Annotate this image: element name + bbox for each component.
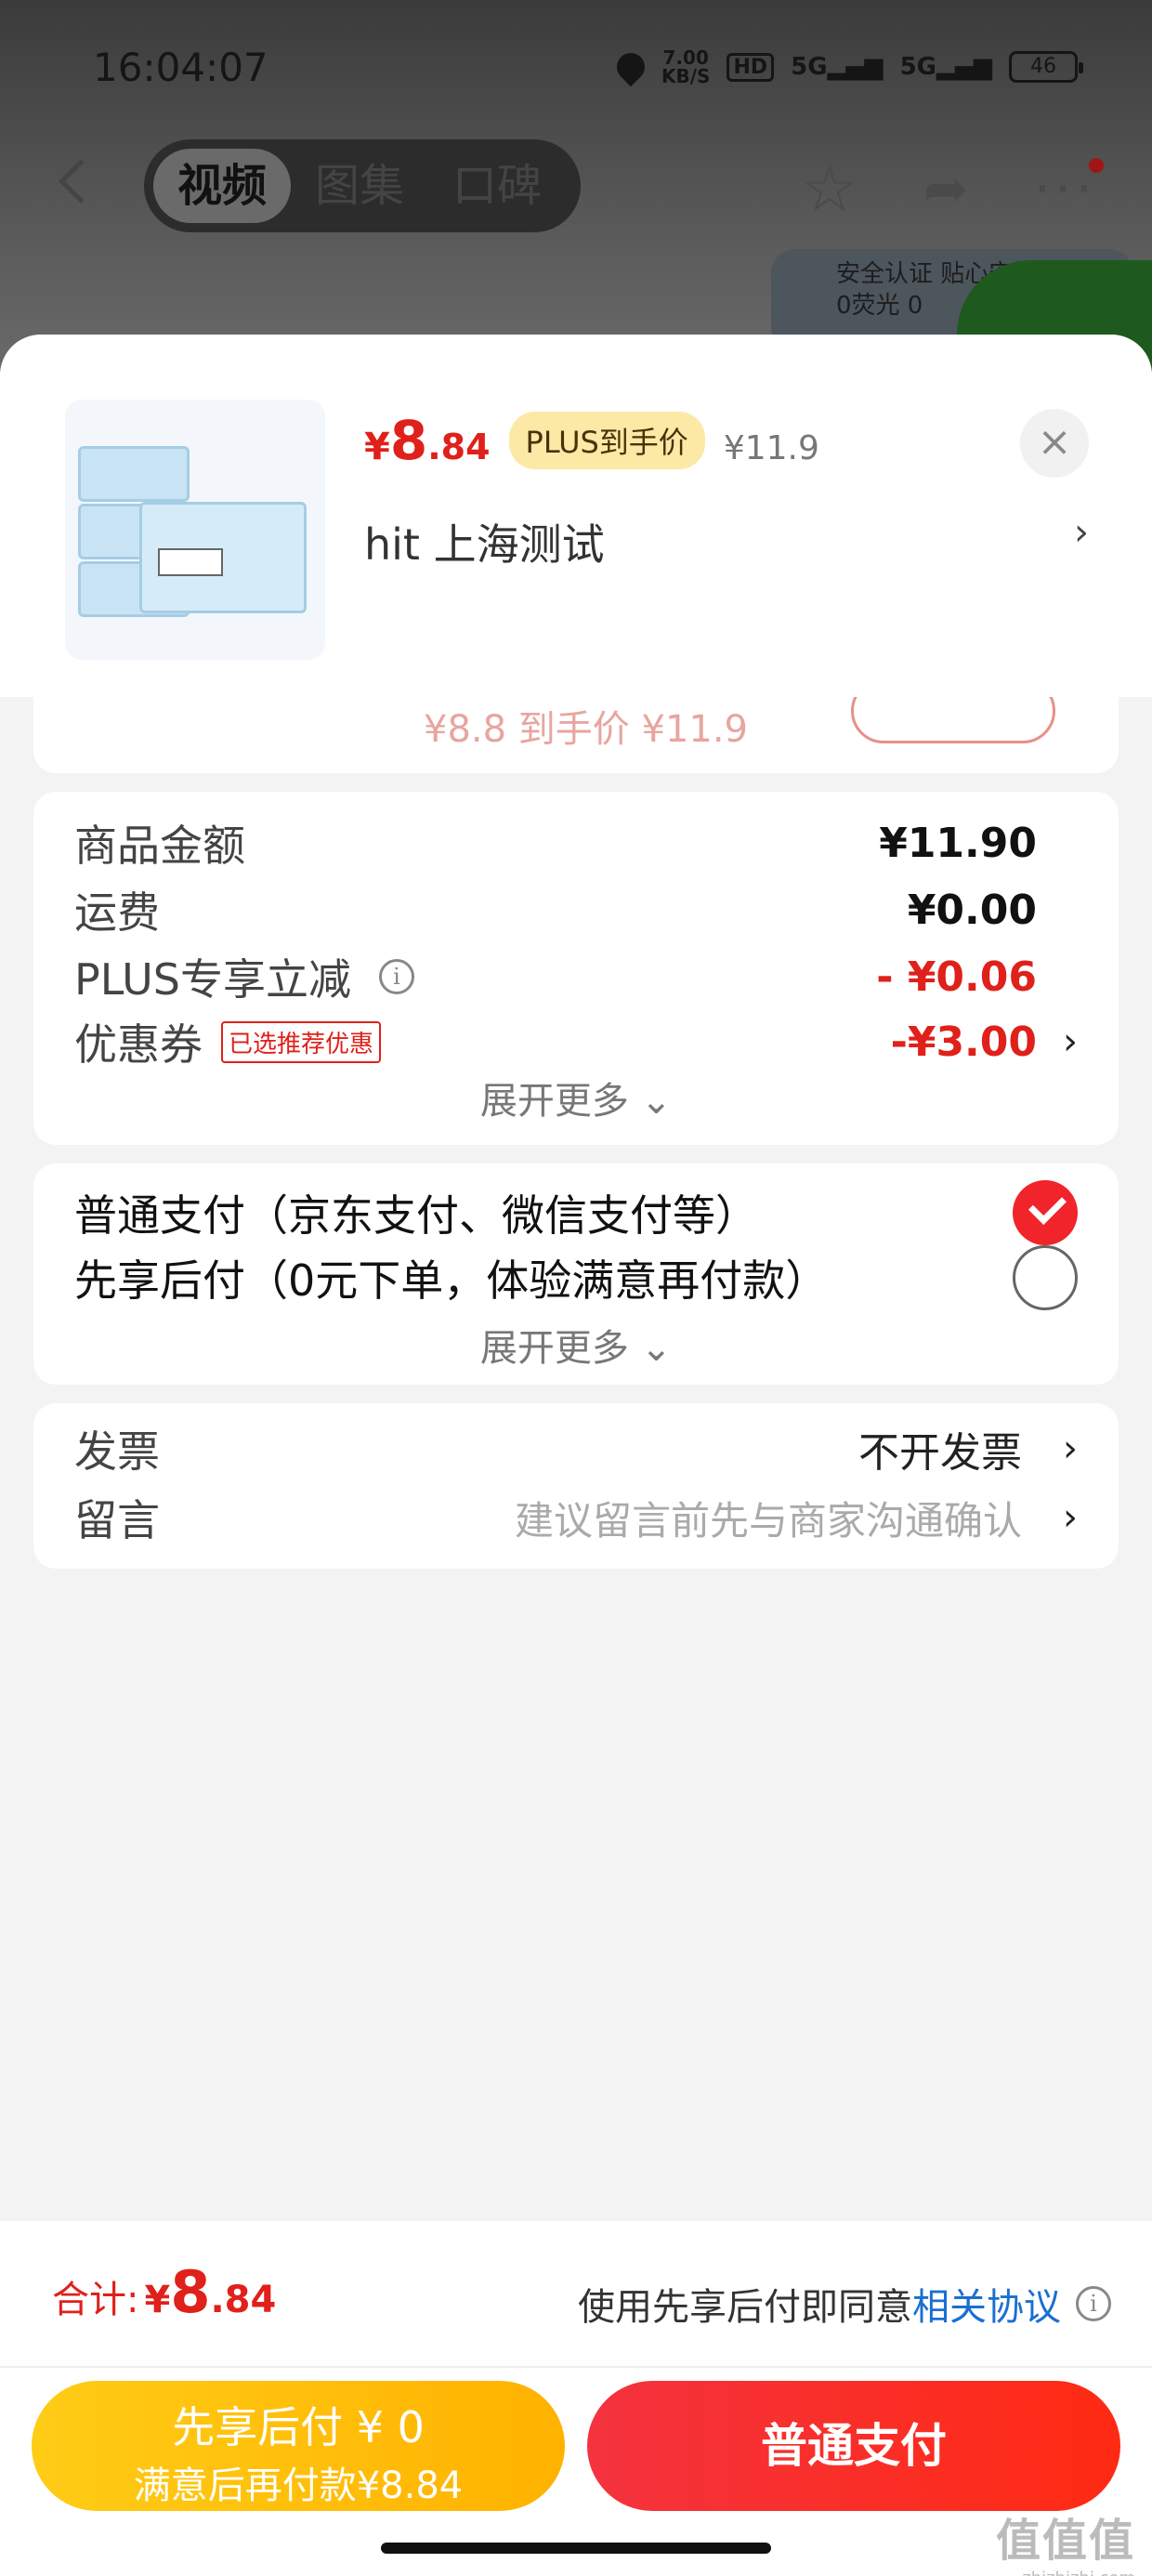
home-indicator[interactable] (381, 2543, 771, 2554)
product-image (65, 400, 325, 660)
payment-option-normal[interactable]: 普通支付（京东支付、微信支付等） (74, 1180, 1078, 1245)
amount-row-shipping: 运费 ¥0.00 (74, 886, 1037, 939)
location-icon (610, 46, 651, 87)
watermark: 值值值 zhizhizhi.com (995, 2515, 1135, 2576)
checkout-footer: 合计: ¥ 8 .84 使用先享后付即同意 相关协议 i 先享后付 ¥ 0 满意… (0, 2221, 1152, 2576)
chevron-right-icon: › (1063, 1496, 1078, 1539)
amount-row-coupon[interactable]: 优惠券 已选推荐优惠 -¥3.00 › (74, 1009, 1078, 1074)
tab-reviews[interactable]: 口碑 (428, 149, 566, 223)
amount-row-goods: 商品金额 ¥11.90 (74, 819, 1037, 872)
pay-now-button[interactable]: 普通支付 (587, 2381, 1120, 2511)
tab-video[interactable]: 视频 (153, 149, 292, 223)
close-icon[interactable]: × (1020, 409, 1089, 478)
pay-later-button[interactable]: 先享后付 ¥ 0 满意后再付款¥8.84 (32, 2381, 565, 2511)
spec-selector[interactable]: hit 上海测试 › (364, 511, 1089, 572)
divider (0, 2366, 1152, 2368)
peek-price-text: ¥8.8 到手价 ¥11.9 (424, 708, 749, 751)
more-icon[interactable]: ··· (1034, 156, 1104, 221)
plus-price-tag: PLUS到手价 (508, 412, 705, 469)
tab-gallery[interactable]: 图集 (291, 149, 428, 223)
net-speed: 7.00 KB/S (661, 46, 711, 87)
agreement-text: 使用先享后付即同意 相关协议 i (578, 2277, 1111, 2331)
amount-card: 商品金额 ¥11.90 运费 ¥0.00 PLUS专享立减 i - ¥0.06 … (33, 792, 1119, 1145)
chevron-right-icon: › (1063, 1020, 1078, 1063)
spec-text: hit 上海测试 (364, 519, 605, 570)
signal-icon-2: 5G▂▄▆ (899, 53, 992, 81)
chevron-right-icon: › (1074, 511, 1089, 554)
background-page: 16:04:07 7.00 KB/S HD 5G▂▄▆ 5G▂▄▆ 46 视频 … (0, 0, 1152, 409)
media-tabs: 视频 图集 口碑 (144, 139, 581, 232)
notification-dot (1089, 158, 1104, 173)
product-label (158, 548, 223, 576)
status-bar: 16:04:07 7.00 KB/S HD 5G▂▄▆ 5G▂▄▆ 46 (0, 37, 1152, 102)
status-icons: 7.00 KB/S HD 5G▂▄▆ 5G▂▄▆ 46 (610, 46, 1083, 87)
message-row[interactable]: 留言 建议留言前先与商家沟通确认 › (74, 1485, 1078, 1550)
hd-icon: HD (727, 52, 775, 82)
tissue-box (78, 446, 190, 502)
amount-row-plus-discount: PLUS专享立减 i - ¥0.06 (74, 953, 1037, 1005)
message-placeholder: 建议留言前先与商家沟通确认 (514, 1497, 1022, 1544)
price-row: ¥8.84 PLUS到手价 ¥11.9 (364, 409, 819, 472)
back-icon[interactable] (58, 158, 104, 204)
radio-unchecked-icon[interactable] (1013, 1245, 1078, 1310)
info-icon[interactable]: i (378, 959, 414, 994)
product-header: ¥8.84 PLUS到手价 ¥11.9 × hit 上海测试 › (0, 335, 1152, 697)
payment-option-later[interactable]: 先享后付（0元下单，体验满意再付款） (74, 1245, 1078, 1310)
info-icon[interactable]: i (1076, 2286, 1111, 2321)
payment-card: 普通支付（京东支付、微信支付等） 先享后付（0元下单，体验满意再付款） 展开更多… (33, 1163, 1119, 1385)
original-price: ¥11.9 (723, 429, 819, 467)
invoice-row[interactable]: 发票 不开发票 › (74, 1416, 1078, 1481)
top-nav: 视频 图集 口碑 ☆ ➦ ··· (0, 139, 1152, 232)
expand-more-amounts[interactable]: 展开更多 ⌄ (33, 1071, 1119, 1124)
expand-more-payment[interactable]: 展开更多 ⌄ (33, 1318, 1119, 1372)
status-time: 16:04:07 (93, 45, 268, 90)
coupon-recommended-tag: 已选推荐优惠 (221, 1020, 382, 1063)
radio-checked-icon[interactable] (1013, 1180, 1078, 1245)
share-icon[interactable]: ➦ (923, 156, 969, 221)
agreement-link[interactable]: 相关协议 (912, 2277, 1061, 2331)
invoice-value: 不开发票 (858, 1429, 1022, 1477)
favorite-star-icon[interactable]: ☆ (800, 156, 858, 221)
battery-icon: 46 (1009, 51, 1083, 83)
plus-price: ¥8.84 (364, 409, 491, 472)
nav-actions: ☆ ➦ ··· (800, 156, 1104, 221)
invoice-card: 发票 不开发票 › 留言 建议留言前先与商家沟通确认 › (33, 1403, 1119, 1569)
order-total: 合计: ¥ 8 .84 (52, 2258, 277, 2326)
chevron-right-icon: › (1063, 1427, 1078, 1470)
signal-icon: 5G▂▄▆ (791, 53, 884, 81)
